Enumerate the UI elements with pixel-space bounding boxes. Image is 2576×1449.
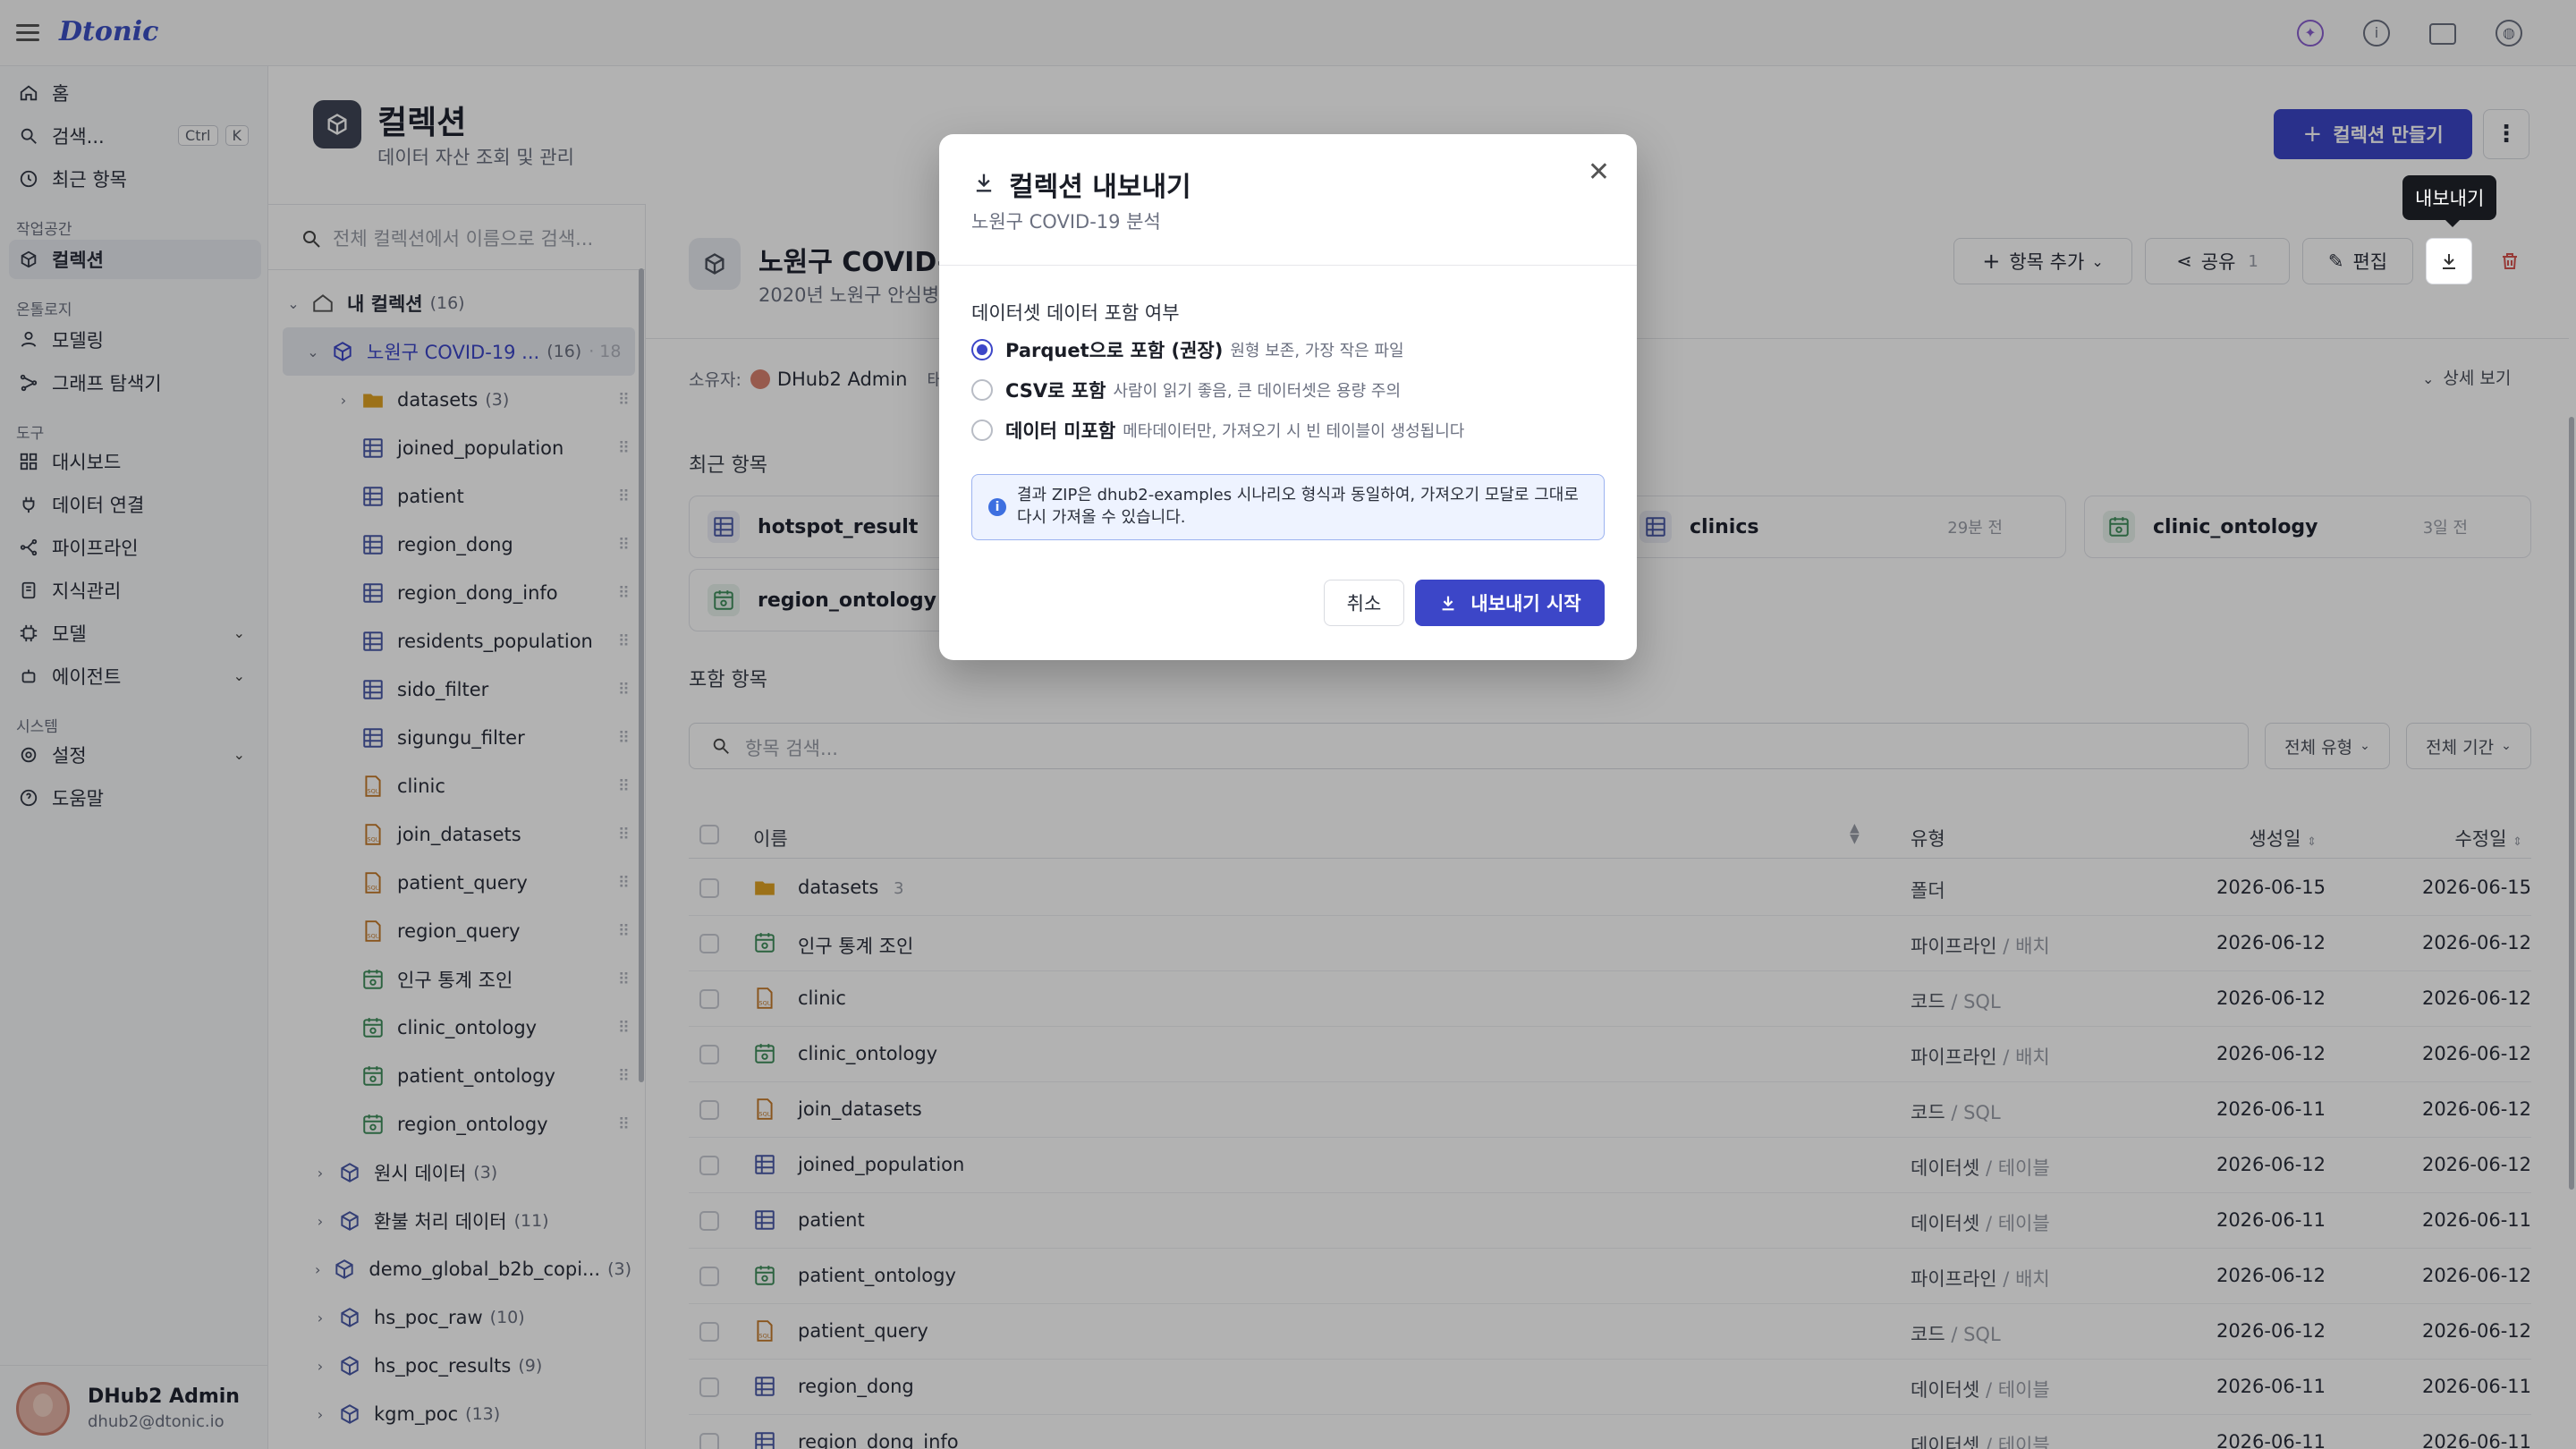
close-icon[interactable]: ✕ [1588, 159, 1610, 186]
info-text: 결과 ZIP은 dhub2-examples 시나리오 형식과 동일하여, 가져… [1017, 486, 1579, 527]
option-csv[interactable]: CSV로 포함 사람이 읽기 좋음, 큰 데이터셋은 용량 주의 [971, 375, 1401, 405]
divider [939, 265, 1637, 266]
export-button[interactable] [2426, 238, 2472, 284]
option-no-data[interactable]: 데이터 미포함 메타데이터만, 가져오기 시 빈 테이블이 생성됩니다 [971, 415, 1464, 445]
info-box: i 결과 ZIP은 dhub2-examples 시나리오 형식과 동일하여, … [971, 474, 1605, 540]
radio-no-data[interactable] [971, 419, 993, 441]
radio-csv[interactable] [971, 379, 993, 401]
radio-parquet[interactable] [971, 339, 993, 360]
data-inclusion-label: 데이터셋 데이터 포함 여부 [971, 302, 1180, 324]
export-modal: 컬렉션 내보내기 노원구 COVID-19 분석 ✕ 데이터셋 데이터 포함 여… [939, 134, 1637, 660]
download-icon [976, 174, 992, 192]
modal-title: 컬렉션 내보내기 [1009, 172, 1191, 203]
info-icon: i [988, 498, 1006, 516]
option-parquet[interactable]: Parquet으로 포함 (권장) 원형 보존, 가장 작은 파일 [971, 335, 1404, 365]
download-icon [2443, 254, 2455, 269]
download-icon [1442, 596, 1454, 611]
modal-subtitle: 노원구 COVID-19 분석 [971, 211, 1161, 233]
start-export-button[interactable]: 내보내기 시작 [1415, 580, 1605, 626]
cancel-button[interactable]: 취소 [1324, 580, 1404, 626]
export-tooltip: 내보내기 [2402, 175, 2497, 227]
